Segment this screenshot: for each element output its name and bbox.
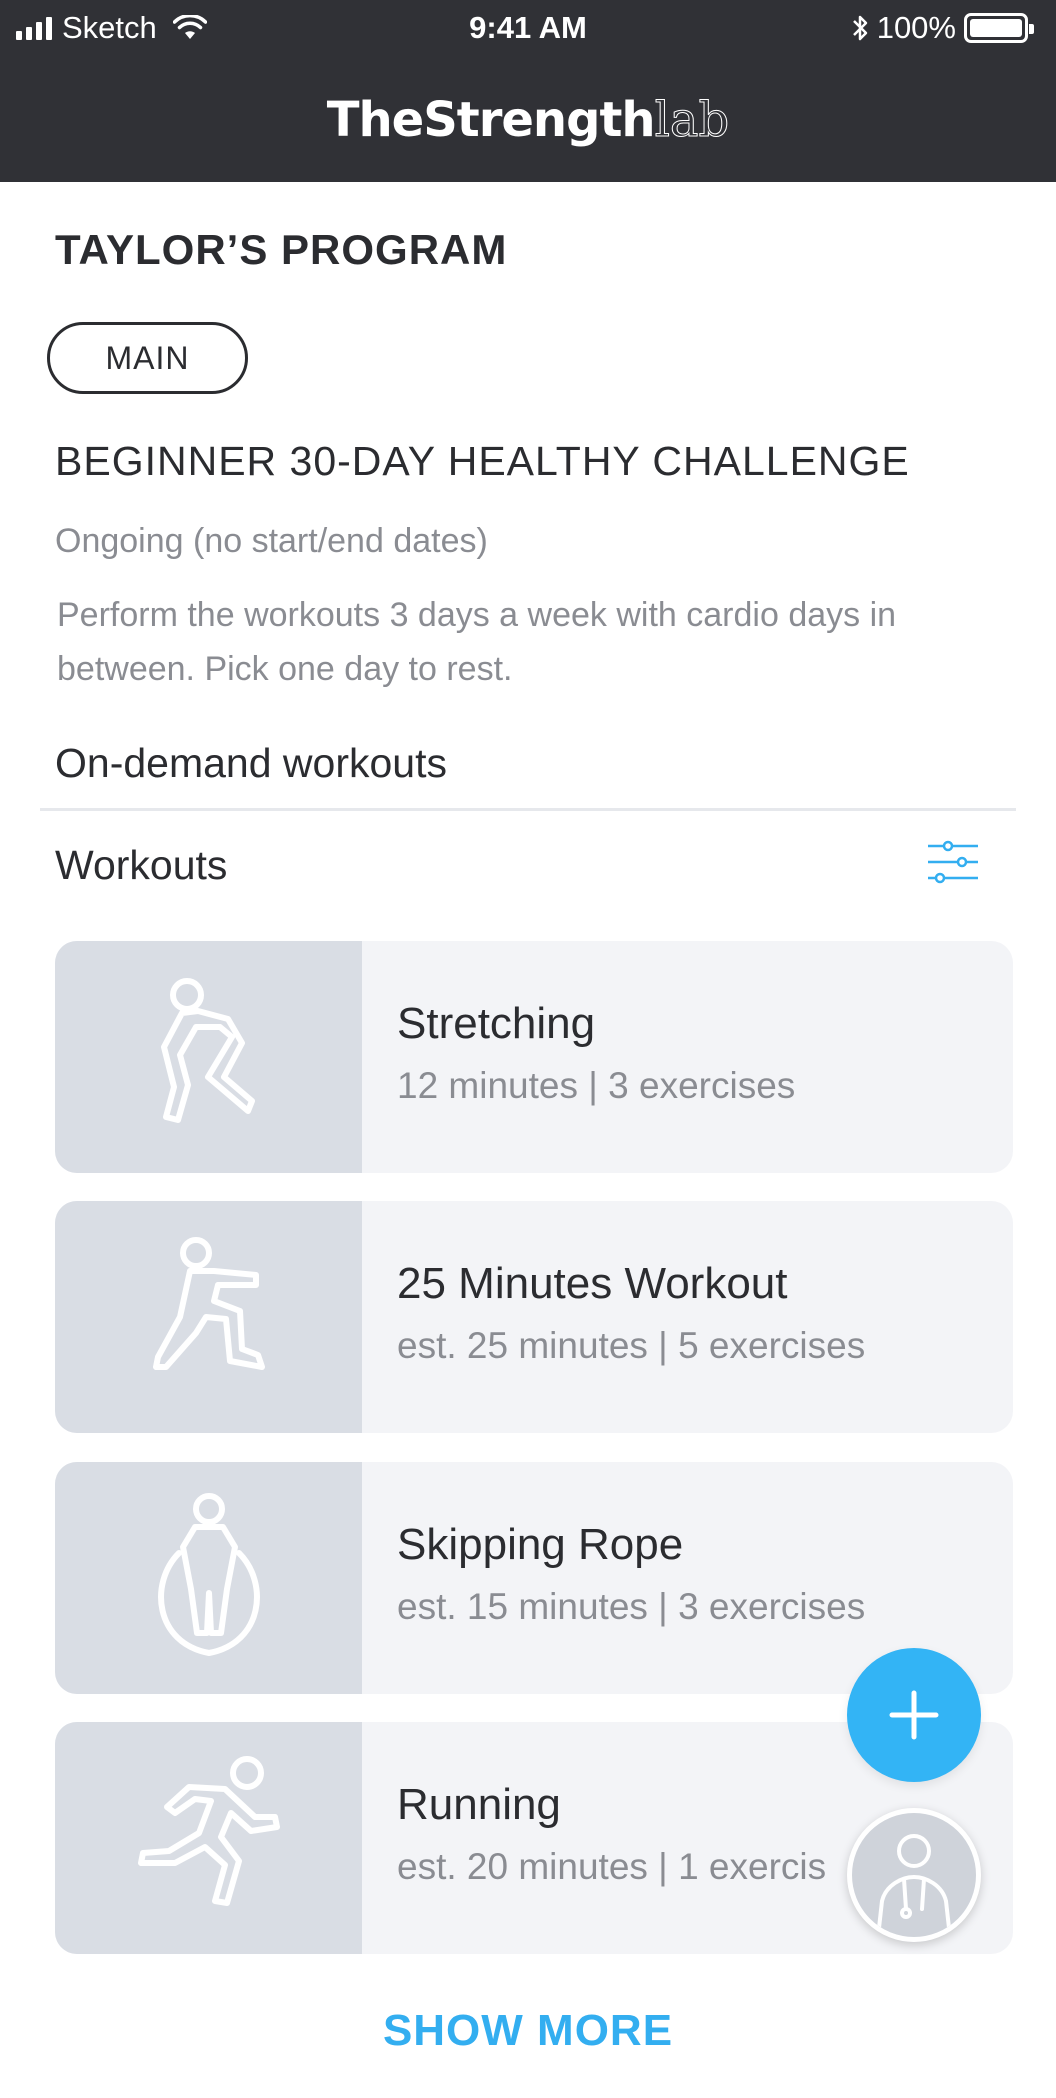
workout-meta: est. 15 minutes | 3 exercises	[397, 1586, 866, 1627]
workout-card-25-minutes[interactable]: 25 Minutes Workout est. 25 minutes | 5 e…	[55, 1201, 1013, 1433]
workouts-subheading: Workouts	[55, 842, 228, 888]
challenge-dates: Ongoing (no start/end dates)	[55, 522, 488, 560]
stretching-figure-icon	[160, 978, 255, 1123]
workout-card-skipping-rope[interactable]: Skipping Rope est. 15 minutes | 3 exerci…	[55, 1462, 1013, 1694]
lunge-figure-icon	[152, 1237, 265, 1370]
battery-icon	[964, 13, 1034, 43]
workout-name: 25 Minutes Workout	[397, 1259, 788, 1308]
logo-main: TheStrength	[326, 92, 656, 148]
workout-meta: 12 minutes | 3 exercises	[397, 1065, 796, 1106]
battery-percent: 100%	[876, 10, 956, 45]
bluetooth-icon	[852, 15, 867, 41]
running-figure-icon	[137, 1756, 280, 1906]
challenge-title: BEGINNER 30-DAY HEALTHY CHALLENGE	[55, 438, 910, 484]
challenge-description: Perform the workouts 3 days a week with …	[57, 596, 897, 688]
coach-avatar-button[interactable]	[847, 1808, 981, 1942]
add-button[interactable]	[847, 1648, 981, 1782]
workout-name: Skipping Rope	[397, 1520, 684, 1569]
workout-name: Stretching	[397, 999, 596, 1048]
logo-accent: lab	[654, 92, 730, 149]
workout-thumbnail	[55, 1722, 362, 1954]
workout-thumbnail	[55, 941, 362, 1173]
filter-icon[interactable]	[926, 838, 980, 886]
skipping-rope-figure-icon	[157, 1493, 260, 1656]
workout-thumbnail	[55, 1201, 362, 1433]
workout-meta: est. 25 minutes | 5 exercises	[397, 1325, 866, 1366]
coach-avatar-icon	[876, 1834, 952, 1937]
workout-thumbnail	[55, 1462, 362, 1694]
program-tag-button[interactable]: MAIN	[47, 322, 248, 394]
status-bar: Sketch 9:41 AM 100%	[0, 0, 1056, 58]
section-divider	[40, 808, 1016, 811]
program-title: TAYLOR’S PROGRAM	[55, 226, 508, 273]
status-right: 100%	[851, 10, 1034, 46]
app-logo: TheStrengthlab	[0, 92, 1056, 149]
top-bar: Sketch 9:41 AM 100% TheStrengthlab	[0, 0, 1056, 182]
show-more-button[interactable]: SHOW MORE	[0, 2006, 1056, 2056]
section-heading: On-demand workouts	[55, 740, 447, 786]
workout-meta: est. 20 minutes | 1 exercis	[397, 1846, 827, 1887]
workout-name: Running	[397, 1780, 561, 1829]
plus-icon	[889, 1690, 939, 1740]
workout-card-stretching[interactable]: Stretching 12 minutes | 3 exercises	[55, 941, 1013, 1173]
